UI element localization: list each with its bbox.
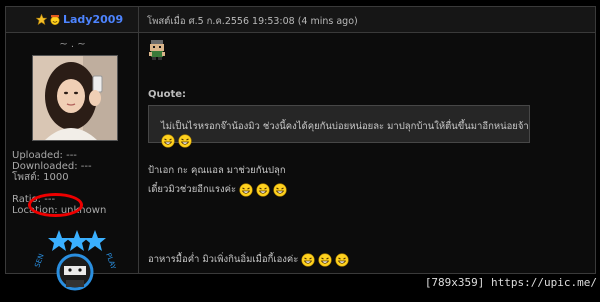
svg-text:PLAY: PLAY (104, 252, 116, 271)
laughing-emoji-icon (301, 252, 316, 267)
laughing-emoji-icon (239, 182, 253, 197)
svg-text:SEN: SEN (33, 253, 45, 269)
author-tagline: ~ . ~ (59, 39, 86, 50)
avatar-photo (33, 56, 117, 140)
laughing-emoji-icon (273, 182, 287, 197)
highlight-ring (28, 193, 83, 217)
smiley-hat-icon (50, 15, 60, 25)
message-line-1: ป้าเอก กะ คุณแอล มาช่วยกันปลุก (148, 165, 286, 176)
message-line-3: อาหารมื้อค่ำ มิวเพิ่งกินอิ่มเมื่อกี้เองค… (148, 252, 350, 267)
post-body: Quote: ไม่เป็นไรหรอกจ๊าน้องมิว ช่วงนี้คง… (139, 33, 595, 273)
author-header: Lady2009 (6, 7, 139, 33)
message-line-2-text: เดี๋ยวมิวช่วยอีกแรงค่ะ (148, 184, 237, 195)
post-header: โพสต์เมื่อ ศ.5 ก.ค.2556 19:53:08 (4 mins… (139, 7, 595, 33)
author-profile: ~ . ~ Uploaded: --- Downloaded: --- โพสต… (6, 33, 139, 291)
post-timestamp: โพสต์เมื่อ ศ.5 ก.ค.2556 19:53:08 (4 mins… (147, 16, 358, 27)
message-line-2: เดี๋ยวมิวช่วยอีกแรงค่ะ (148, 182, 287, 197)
laughing-emoji-icon (335, 252, 350, 267)
laughing-emoji-icon (178, 134, 192, 148)
rank-badge-icon: SEN PLAY (33, 230, 116, 291)
quote-label: Quote: (148, 89, 187, 100)
uploaded-stat: Uploaded: --- (12, 150, 77, 161)
quote-box: ไม่เป็นไรหรอกจ๊าน้องมิว ช่วงนี้คงได้คุยก… (148, 105, 530, 148)
forum-post: Lady2009 โพสต์เมื่อ ศ.5 ก.ค.2556 19:53:0… (5, 6, 596, 291)
image-watermark: [789x359] https://upic.me/ (424, 276, 597, 289)
author-row: Lady2009 (36, 13, 123, 26)
screenshot-frame: Lady2009 โพสต์เมื่อ ศ.5 ก.ค.2556 19:53:0… (0, 0, 600, 293)
avatar[interactable] (32, 55, 118, 141)
quote-text: ไม่เป็นไรหรอกจ๊าน้องมิว ช่วงนี้คงได้คุยก… (161, 119, 529, 148)
pixel-character-icon (149, 40, 165, 60)
quote-content: ไม่เป็นไรหรอกจ๊าน้องมิว ช่วงนี้คงได้คุยก… (161, 121, 529, 132)
downloaded-stat: Downloaded: --- (12, 161, 92, 172)
star-icon (36, 14, 47, 25)
author-username[interactable]: Lady2009 (63, 13, 123, 26)
posts-stat: โพสต์: 1000 (12, 172, 69, 183)
laughing-emoji-icon (161, 134, 175, 148)
message-line-3-text: อาหารมื้อค่ำ มิวเพิ่งกินอิ่มเมื่อกี้เองค… (148, 254, 299, 265)
laughing-emoji-icon (256, 182, 270, 197)
laughing-emoji-icon (318, 252, 333, 267)
